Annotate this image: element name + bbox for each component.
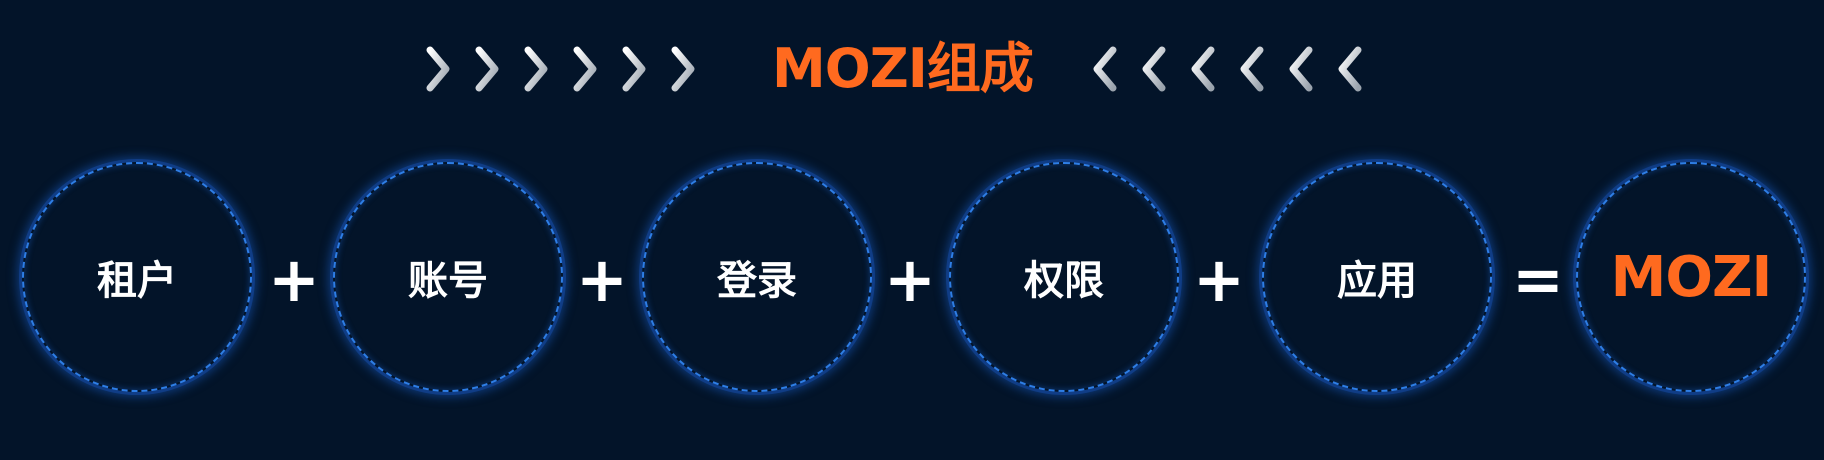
chevron-right-icon [622, 46, 646, 92]
chevron-right-icon [426, 46, 450, 92]
chevron-right-icon [671, 46, 695, 92]
term-circle-account: 账号 [333, 162, 563, 392]
plus-operator: + [884, 243, 936, 316]
chevron-left-icon [1338, 46, 1362, 92]
chevron-right-icons [426, 46, 695, 92]
plus-operator: + [268, 243, 320, 316]
chevron-left-group [1087, 44, 1367, 94]
equals-operator: = [1512, 243, 1564, 316]
page-title: MOZI组成 [772, 37, 1034, 100]
term-circle-tenant: 租户 [22, 162, 252, 392]
term-circle-permission: 权限 [949, 162, 1179, 392]
chevron-right-icon [524, 46, 548, 92]
result-circle: MOZI [1576, 162, 1806, 392]
chevron-left-icon [1240, 46, 1264, 92]
plus-operator: + [1193, 243, 1245, 316]
term-label: 权限 [1024, 258, 1104, 304]
title-row: MOZI组成 [0, 34, 1824, 104]
chevron-left-icon [1191, 46, 1215, 92]
chevron-left-icon [1142, 46, 1166, 92]
plus-operator: + [576, 243, 628, 316]
term-circle-login: 登录 [642, 162, 872, 392]
chevron-right-icon [475, 46, 499, 92]
term-label: 账号 [408, 258, 488, 304]
chevron-left-icons [1093, 46, 1362, 92]
chevron-left-icon [1289, 46, 1313, 92]
chevron-right-group [420, 44, 700, 94]
term-circle-application: 应用 [1262, 162, 1492, 392]
term-label: 租户 [97, 258, 177, 304]
chevron-right-icon [573, 46, 597, 92]
chevron-left-icon [1093, 46, 1117, 92]
result-label: MOZI [1610, 244, 1773, 310]
term-label: 登录 [717, 258, 797, 304]
term-label: 应用 [1337, 258, 1417, 304]
